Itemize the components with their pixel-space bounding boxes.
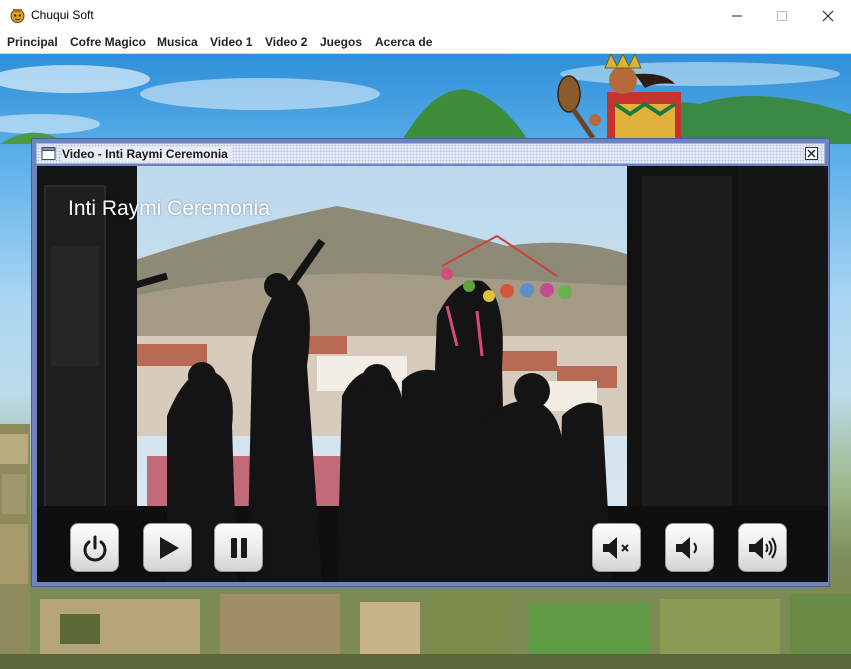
menu-cofre-magico[interactable]: Cofre Magico <box>70 35 146 49</box>
play-button[interactable] <box>143 523 192 572</box>
internal-frame-titlebar[interactable]: Video - Inti Raymi Ceremonia <box>36 143 825 164</box>
volume-down-button[interactable] <box>665 523 714 572</box>
volume-low-icon <box>675 536 697 559</box>
power-icon <box>83 535 106 561</box>
window-titlebar: Chuqui Soft <box>0 0 851 31</box>
menu-principal[interactable]: Principal <box>7 35 58 49</box>
maximize-button[interactable] <box>759 0 805 31</box>
volume-mute-icon <box>602 536 629 559</box>
window-title: Chuqui Soft <box>31 8 94 22</box>
window-icon <box>41 147 56 160</box>
video-frame-image <box>37 166 828 582</box>
menu-video-2[interactable]: Video 2 <box>265 35 307 49</box>
close-icon[interactable] <box>805 147 818 160</box>
pause-button[interactable] <box>214 523 263 572</box>
volume-high-icon <box>748 536 776 559</box>
mute-button[interactable] <box>592 523 641 572</box>
video-player[interactable]: Inti Raymi Ceremonia <box>37 166 828 582</box>
video-overlay-title: Inti Raymi Ceremonia <box>68 197 270 220</box>
menu-musica[interactable]: Musica <box>157 35 198 49</box>
video-internal-frame: Video - Inti Raymi Ceremonia Inti Raymi … <box>31 138 830 587</box>
volume-up-button[interactable] <box>738 523 787 572</box>
menu-acerca-de[interactable]: Acerca de <box>375 35 432 49</box>
incan-mask-icon <box>10 9 25 23</box>
menu-video-1[interactable]: Video 1 <box>210 35 252 49</box>
menu-juegos[interactable]: Juegos <box>320 35 362 49</box>
power-button[interactable] <box>70 523 119 572</box>
internal-frame-title: Video - Inti Raymi Ceremonia <box>62 147 232 161</box>
menu-bar: Principal Cofre Magico Musica Video 1 Vi… <box>0 31 851 54</box>
play-icon <box>159 536 179 559</box>
maximize-icon <box>777 10 787 21</box>
close-icon <box>822 10 834 21</box>
minimize-icon <box>732 15 742 16</box>
minimize-button[interactable] <box>714 0 760 31</box>
pause-icon <box>230 537 247 558</box>
close-button[interactable] <box>805 0 851 31</box>
